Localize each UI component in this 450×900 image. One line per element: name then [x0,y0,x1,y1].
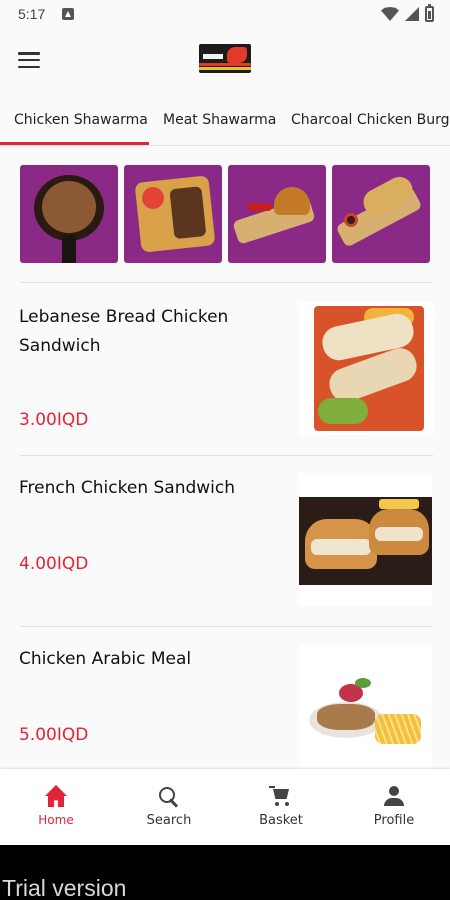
dip-bowl-shape [344,213,358,227]
fries-shape [379,499,419,509]
menu-line [18,52,40,55]
nav-home-label: Home [38,813,74,827]
logo-yellow-stripe [199,67,251,70]
burger-shape [274,187,310,215]
banner-shawarma-pan[interactable] [20,165,118,263]
lettuce-shape [318,398,368,424]
menu-line [18,58,40,62]
nav-search-label: Search [146,813,192,828]
cart-handle-shape [269,786,275,788]
meat-shape [317,704,375,730]
banner-wrap-board[interactable] [332,165,430,263]
status-time: 5:17 [18,6,46,22]
product-price: 5.00IQD [19,725,89,745]
tabs-divider [0,145,450,146]
logo-red-stripe [199,63,251,66]
search-icon [157,785,181,809]
hamburger-menu-icon[interactable] [18,52,40,68]
profile-icon [382,785,406,809]
platter-shape [134,175,216,253]
nav-profile-label: Profile [373,813,415,828]
wifi-icon [381,7,399,21]
nav-profile[interactable]: Profile [338,769,450,845]
category-tabs: Chicken Shawarma Meat Shawarma Charcoal … [0,100,450,148]
product-price: 3.00IQD [19,410,89,430]
trial-banner: Trial version [0,845,450,900]
product-price: 4.00IQD [19,554,89,574]
restaurant-logo [199,44,251,73]
product-name: French Chicken Sandwich [19,478,236,498]
nav-home[interactable]: Home [0,769,112,845]
nav-basket[interactable]: Basket [225,769,337,845]
product-image [299,644,432,777]
promo-banners [20,165,431,263]
status-bar: 5:17 [0,0,450,30]
notification-icon [62,8,74,20]
app-bar [0,30,450,92]
pan-handle-shape [62,235,76,263]
product-image [300,302,433,435]
sandwich-shape [305,519,377,569]
product-name: Chicken Arabic Meal [19,649,192,669]
logo-wordmark-shape [203,54,223,59]
nav-search[interactable]: Search [113,769,225,845]
nav-basket-label: Basket [259,813,303,828]
product-image [299,473,432,606]
banner-shawarma-platter[interactable] [124,165,222,263]
chili-shape [248,203,272,211]
product-item[interactable]: French Chicken Sandwich 4.00IQD [0,456,450,616]
menu-line [18,65,40,68]
leaf-shape [355,678,371,688]
cart-icon [269,785,293,809]
fries-shape [375,714,421,744]
trial-banner-text: Trial version [2,875,127,900]
banner-burger-board[interactable] [228,165,326,263]
bottom-navigation: Home Search Basket Profile [0,769,450,845]
sandwich-shape [369,509,429,555]
tab-meat-shawarma[interactable]: Meat Shawarma [163,100,276,148]
home-icon [44,785,68,809]
status-icons [381,4,434,22]
tab-charcoal-chicken-burger[interactable]: Charcoal Chicken Burge [291,100,450,148]
product-name: Lebanese Bread Chicken Sandwich [19,307,229,356]
battery-icon [425,4,434,22]
product-item[interactable]: Chicken Arabic Meal 5.00IQD [0,627,450,787]
tab-chicken-shawarma[interactable]: Chicken Shawarma [14,100,148,148]
product-item[interactable]: Lebanese Bread Chicken Sandwich 3.00IQD [0,283,450,443]
cellular-signal-icon [405,7,419,21]
logo-badge [227,47,247,63]
tomato-shape [142,187,164,209]
pan-shape [34,175,104,241]
